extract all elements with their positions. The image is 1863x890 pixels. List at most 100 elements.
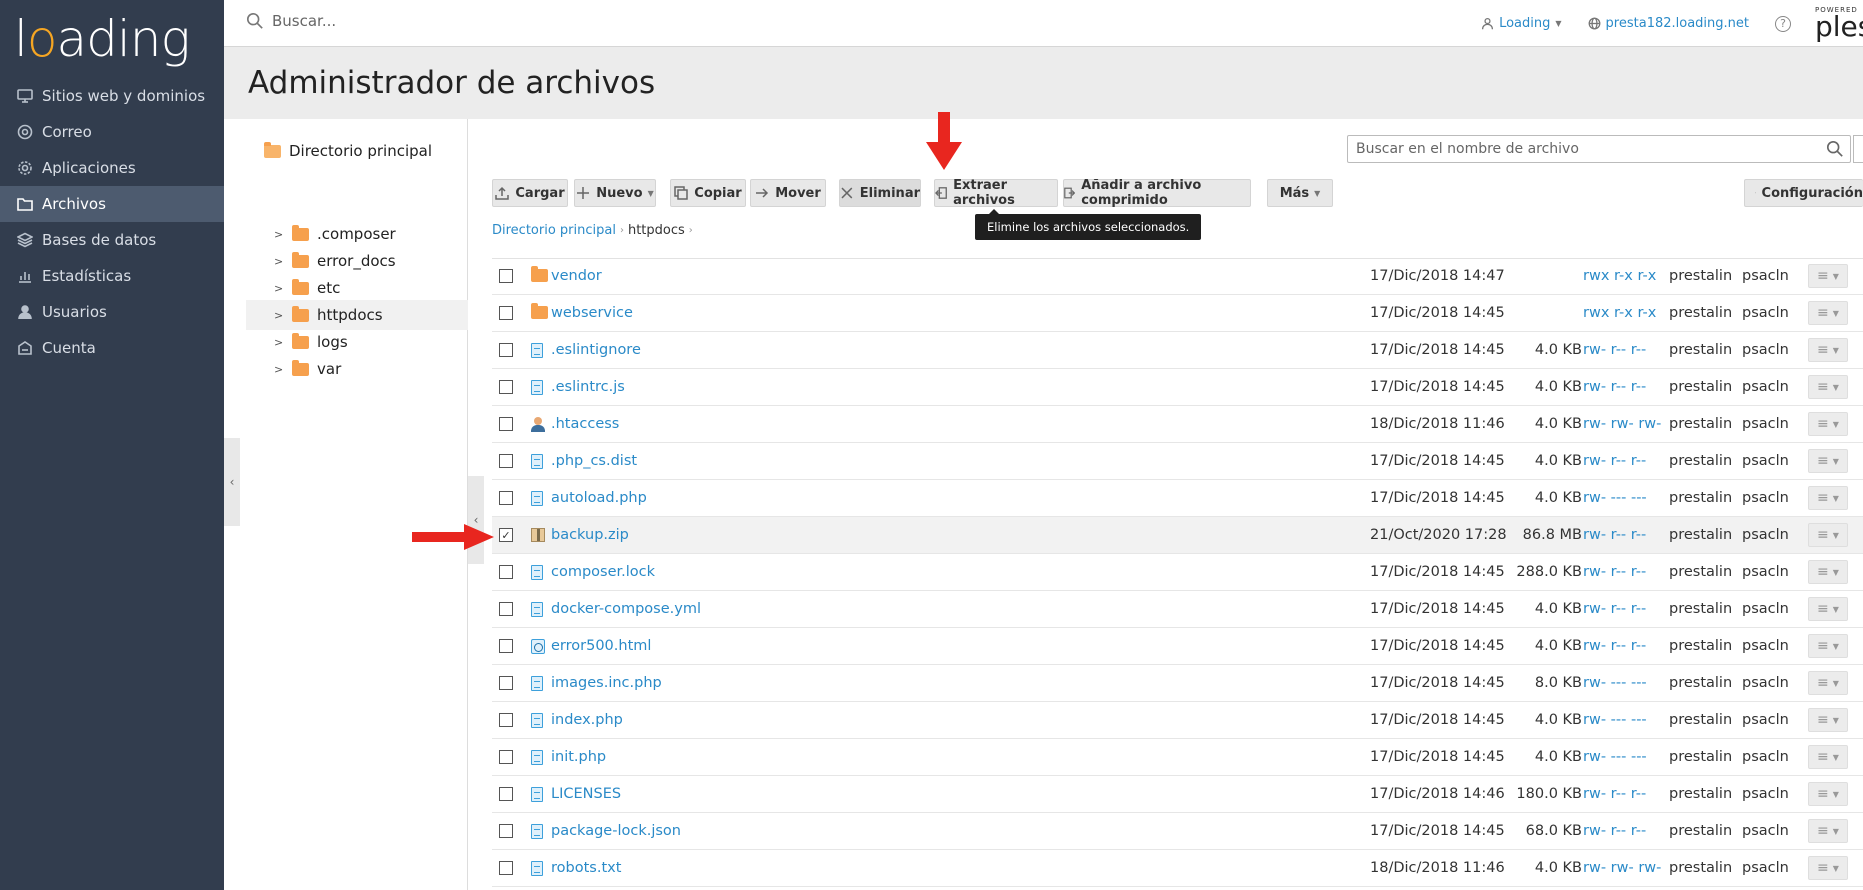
row-checkbox[interactable]: [499, 750, 513, 764]
file-permissions-link[interactable]: rw- r-- r--: [1583, 638, 1646, 654]
sidebar-item-aplicaciones[interactable]: Aplicaciones: [0, 150, 224, 186]
row-actions-menu[interactable]: ≡ ▼: [1808, 819, 1848, 843]
settings-button[interactable]: Configuración: [1744, 179, 1863, 207]
file-name-link[interactable]: autoload.php: [551, 490, 647, 506]
copy-button[interactable]: Copiar: [670, 179, 746, 207]
file-name-link[interactable]: webservice: [551, 305, 633, 321]
tree-item[interactable]: > .composer: [246, 219, 468, 249]
table-row[interactable]: vendor 17/Dic/2018 14:47 rwx r-x r-x presta…: [492, 258, 1863, 295]
sidebar-item-usuarios[interactable]: Usuarios: [0, 294, 224, 330]
search-options-button[interactable]: [1853, 135, 1863, 163]
row-checkbox[interactable]: [499, 787, 513, 801]
table-row[interactable]: webservice 17/Dic/2018 14:45 rwx r-x r-x pr…: [492, 295, 1863, 332]
file-permissions-link[interactable]: rwx r-x r-x: [1583, 268, 1656, 284]
table-row[interactable]: composer.lock 17/Dic/2018 14:45 288.0 KB rw…: [492, 554, 1863, 591]
file-name-link[interactable]: .eslintrc.js: [551, 379, 625, 395]
row-actions-menu[interactable]: ≡ ▼: [1808, 301, 1848, 325]
extract-button[interactable]: Extraer archivos: [934, 178, 1058, 208]
file-name-link[interactable]: .php_cs.dist: [551, 453, 637, 469]
file-name-link[interactable]: index.php: [551, 712, 623, 728]
tree-item[interactable]: > logs: [246, 327, 468, 357]
tree-item[interactable]: > var: [246, 354, 468, 384]
row-actions-menu[interactable]: ≡ ▼: [1808, 338, 1848, 362]
file-permissions-link[interactable]: rw- r-- r--: [1583, 453, 1646, 469]
row-checkbox[interactable]: [499, 306, 513, 320]
search-icon[interactable]: [1826, 140, 1844, 158]
row-actions-menu[interactable]: ≡ ▼: [1808, 560, 1848, 584]
table-row[interactable]: .eslintrc.js 17/Dic/2018 14:45 4.0 KB rw- r…: [492, 369, 1863, 406]
chevron-right-icon[interactable]: >: [274, 255, 286, 268]
table-row[interactable]: robots.txt 18/Dic/2018 11:46 4.0 KB rw- rw-…: [492, 850, 1863, 887]
row-checkbox[interactable]: [499, 380, 513, 394]
file-permissions-link[interactable]: rw- r-- r--: [1583, 823, 1646, 839]
global-search-input[interactable]: [272, 12, 572, 30]
sidebar-item-correo[interactable]: Correo: [0, 114, 224, 150]
row-checkbox[interactable]: [499, 824, 513, 838]
add-to-archive-button[interactable]: Añadir a archivo comprimido: [1063, 178, 1251, 208]
sidebar-item-estad-sticas[interactable]: Estadísticas: [0, 258, 224, 294]
row-checkbox[interactable]: [499, 676, 513, 690]
domain-link[interactable]: presta182.loading.net: [1588, 16, 1749, 31]
file-permissions-link[interactable]: rw- rw- rw-: [1583, 416, 1661, 432]
file-permissions-link[interactable]: rw- r-- r--: [1583, 601, 1646, 617]
sidebar-item-sitios-web-y-dominios[interactable]: Sitios web y dominios: [0, 78, 224, 114]
upload-button[interactable]: Cargar: [492, 179, 568, 207]
tree-item[interactable]: > error_docs: [246, 246, 468, 276]
table-row[interactable]: package-lock.json 17/Dic/2018 14:45 68.0 K…: [492, 813, 1863, 850]
row-checkbox[interactable]: [499, 565, 513, 579]
row-checkbox[interactable]: [499, 269, 513, 283]
row-checkbox[interactable]: [499, 417, 513, 431]
chevron-right-icon[interactable]: >: [274, 309, 286, 322]
file-search-input[interactable]: [1348, 141, 1826, 157]
move-button[interactable]: Mover: [750, 179, 826, 207]
breadcrumb-root-link[interactable]: Directorio principal: [492, 223, 616, 238]
table-row[interactable]: .php_cs.dist 17/Dic/2018 14:45 4.0 KB rw- r…: [492, 443, 1863, 480]
table-row[interactable]: ✓ backup.zip 21/Oct/2020 17:28 86.8 MB rw- r…: [492, 517, 1863, 554]
file-permissions-link[interactable]: rw- --- ---: [1583, 712, 1647, 728]
file-permissions-link[interactable]: rw- r-- r--: [1583, 379, 1646, 395]
table-row[interactable]: autoload.php 17/Dic/2018 14:45 4.0 KB rw- -…: [492, 480, 1863, 517]
row-actions-menu[interactable]: ≡ ▼: [1808, 708, 1848, 732]
file-name-link[interactable]: images.inc.php: [551, 675, 662, 691]
file-name-link[interactable]: docker-compose.yml: [551, 601, 701, 617]
row-checkbox[interactable]: [499, 343, 513, 357]
file-name-link[interactable]: composer.lock: [551, 564, 655, 580]
file-permissions-link[interactable]: rw- r-- r--: [1583, 564, 1646, 580]
row-checkbox[interactable]: [499, 639, 513, 653]
table-row[interactable]: index.php 17/Dic/2018 14:45 4.0 KB rw- --- …: [492, 702, 1863, 739]
more-button[interactable]: Más ▼: [1267, 179, 1333, 207]
chevron-right-icon[interactable]: >: [274, 336, 286, 349]
row-actions-menu[interactable]: ≡ ▼: [1808, 782, 1848, 806]
row-actions-menu[interactable]: ≡ ▼: [1808, 634, 1848, 658]
file-permissions-link[interactable]: rwx r-x r-x: [1583, 305, 1656, 321]
file-name-link[interactable]: error500.html: [551, 638, 651, 654]
row-actions-menu[interactable]: ≡ ▼: [1808, 449, 1848, 473]
sidebar-item-archivos[interactable]: Archivos: [0, 186, 224, 222]
row-checkbox[interactable]: [499, 713, 513, 727]
row-actions-menu[interactable]: ≡ ▼: [1808, 745, 1848, 769]
help-icon[interactable]: ?: [1775, 15, 1791, 32]
file-permissions-link[interactable]: rw- rw- rw-: [1583, 860, 1661, 876]
row-actions-menu[interactable]: ≡ ▼: [1808, 412, 1848, 436]
table-row[interactable]: LICENSES 17/Dic/2018 14:46 180.0 KB rw- r--…: [492, 776, 1863, 813]
file-permissions-link[interactable]: rw- r-- r--: [1583, 527, 1646, 543]
file-name-link[interactable]: robots.txt: [551, 860, 621, 876]
row-actions-menu[interactable]: ≡ ▼: [1808, 486, 1848, 510]
tree-item[interactable]: > httpdocs: [246, 300, 468, 330]
sidebar-item-cuenta[interactable]: Cuenta: [0, 330, 224, 366]
row-actions-menu[interactable]: ≡ ▼: [1808, 264, 1848, 288]
sidebar-collapse-toggle[interactable]: ‹: [224, 438, 240, 526]
row-actions-menu[interactable]: ≡ ▼: [1808, 375, 1848, 399]
file-name-link[interactable]: LICENSES: [551, 786, 621, 802]
row-actions-menu[interactable]: ≡ ▼: [1808, 856, 1848, 880]
file-name-link[interactable]: package-lock.json: [551, 823, 681, 839]
tree-collapse-toggle[interactable]: ‹: [468, 476, 484, 564]
row-actions-menu[interactable]: ≡ ▼: [1808, 523, 1848, 547]
file-permissions-link[interactable]: rw- --- ---: [1583, 749, 1647, 765]
row-checkbox[interactable]: [499, 491, 513, 505]
table-row[interactable]: .htaccess 18/Dic/2018 11:46 4.0 KB rw- rw- …: [492, 406, 1863, 443]
chevron-right-icon[interactable]: >: [274, 228, 286, 241]
file-permissions-link[interactable]: rw- --- ---: [1583, 490, 1647, 506]
user-menu[interactable]: Loading ▼: [1481, 16, 1562, 31]
table-row[interactable]: init.php 17/Dic/2018 14:45 4.0 KB rw- --- -…: [492, 739, 1863, 776]
